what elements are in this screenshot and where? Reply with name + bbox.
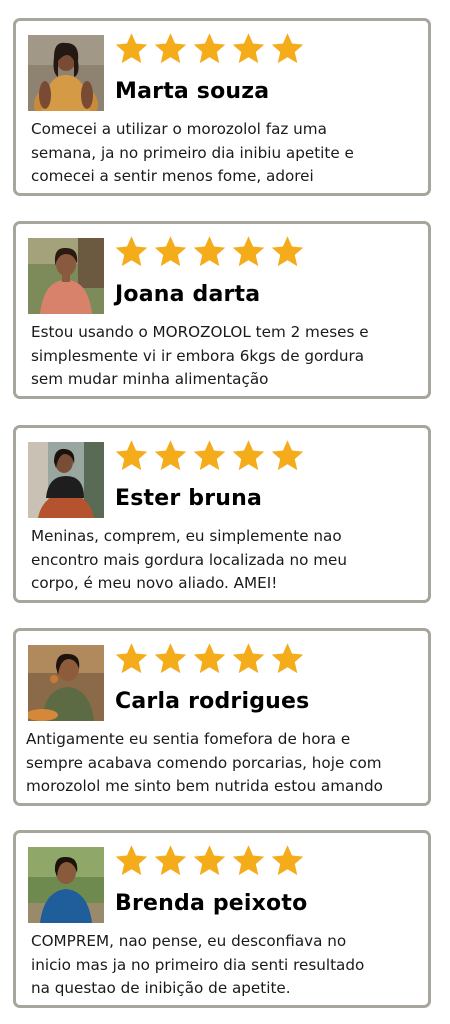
star-icon <box>154 643 187 674</box>
reviewer-name: Ester bruna <box>115 486 263 511</box>
review-card: Brenda peixoto COMPREM, nao pense, eu de… <box>13 830 431 1008</box>
star-icon <box>193 33 226 64</box>
reviewer-name: Marta souza <box>115 79 270 104</box>
review-card: Marta souza Comecei a utilizar o morozol… <box>13 18 431 196</box>
star-icon <box>193 440 226 471</box>
reviewer-name: Brenda peixoto <box>115 891 308 916</box>
review-text-line: na questao de inibição de apetite. <box>31 979 291 997</box>
star-icon <box>115 643 148 674</box>
star-icon <box>193 643 226 674</box>
star-icon <box>115 236 148 267</box>
review-card: Ester bruna Meninas, comprem, eu simplem… <box>13 425 431 603</box>
star-icon <box>115 33 148 64</box>
review-text: Estou usando o MOROZOLOL tem 2 meses e s… <box>31 321 425 392</box>
star-icon <box>154 33 187 64</box>
review-text-line: COMPREM, nao pense, eu desconfiava no <box>31 932 347 950</box>
review-card: Joana darta Estou usando o MOROZOLOL tem… <box>13 221 431 399</box>
review-text-line: simplesmente vi ir embora 6kgs de gordur… <box>31 346 365 365</box>
reviewer-avatar <box>28 238 104 314</box>
review-text-line: Meninas, comprem, eu simplemente nao <box>31 527 342 545</box>
star-rating <box>114 31 305 71</box>
star-rating <box>114 641 305 681</box>
star-icon <box>232 643 265 674</box>
star-icon <box>271 440 304 471</box>
star-icon <box>271 845 304 876</box>
review-card: Carla rodrigues Antigamente eu sentia fo… <box>13 628 431 806</box>
star-icon <box>232 33 265 64</box>
review-text-line: encontro mais gordura localizada no meu <box>31 550 348 569</box>
star-icon <box>115 440 148 471</box>
star-icon <box>271 643 304 674</box>
review-text: Antigamente eu sentia fomefora de hora e… <box>26 728 420 799</box>
review-text-line: comecei a sentir menos fome, adorei <box>31 167 314 185</box>
star-icon <box>232 845 265 876</box>
review-text-line: Estou usando o MOROZOLOL tem 2 meses e <box>31 323 369 341</box>
review-text-line: inicio mas ja no primeiro dia senti resu… <box>31 955 365 974</box>
star-icon <box>193 845 226 876</box>
star-icon <box>232 236 265 267</box>
star-rating <box>114 234 305 274</box>
reviewer-avatar <box>28 35 104 111</box>
star-icon <box>154 845 187 876</box>
reviewer-avatar <box>28 442 104 518</box>
star-icon <box>193 236 226 267</box>
star-rating <box>114 843 305 883</box>
star-icon <box>115 845 148 876</box>
review-text-line: Antigamente eu sentia fomefora de hora e <box>26 730 351 748</box>
reviewer-name: Joana darta <box>115 282 261 307</box>
review-text: Meninas, comprem, eu simplemente nao enc… <box>31 525 425 596</box>
star-icon <box>154 440 187 471</box>
review-text: COMPREM, nao pense, eu desconfiava no in… <box>31 930 425 1001</box>
review-text-line: sem mudar minha alimentação <box>31 370 269 388</box>
star-icon <box>271 236 304 267</box>
star-icon <box>232 440 265 471</box>
review-text-line: corpo, é meu novo aliado. AMEI! <box>31 574 278 592</box>
review-text-line: Comecei a utilizar o morozolol faz uma <box>31 120 327 138</box>
reviewer-name: Carla rodrigues <box>115 689 310 714</box>
review-text-line: morozolol me sinto bem nutrida estou ama… <box>26 777 383 795</box>
star-icon <box>154 236 187 267</box>
reviewer-avatar <box>28 645 104 721</box>
review-text-line: semana, ja no primeiro dia inibiu apetit… <box>31 143 354 162</box>
review-text-line: sempre acabava comendo porcarias, hoje c… <box>26 753 382 772</box>
star-rating <box>114 438 305 478</box>
review-text: Comecei a utilizar o morozolol faz uma s… <box>31 118 425 189</box>
reviewer-avatar <box>28 847 104 923</box>
star-icon <box>271 33 304 64</box>
